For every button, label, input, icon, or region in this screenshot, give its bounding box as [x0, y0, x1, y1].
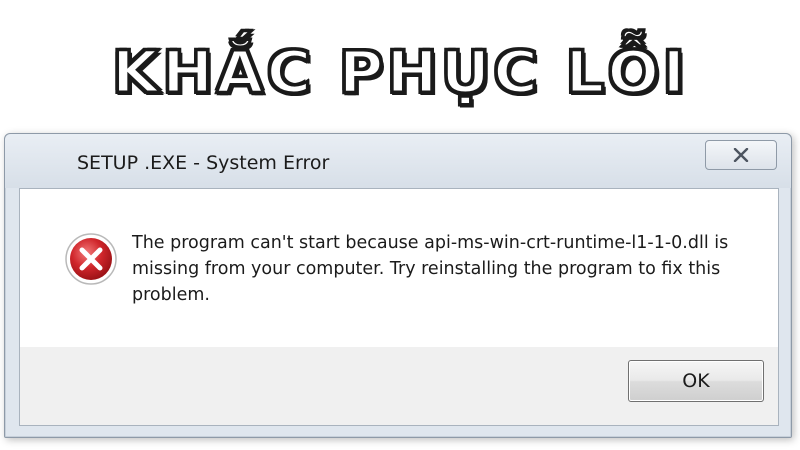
screenshot-stage: KHẮC PHỤC LỖI SETUP .EXE - System Error: [0, 0, 800, 450]
dialog-client-area: The program can't start because api-ms-w…: [19, 188, 779, 426]
error-icon: [65, 233, 117, 285]
dialog-titlebar[interactable]: SETUP .EXE - System Error: [5, 134, 791, 188]
close-button[interactable]: [705, 140, 777, 170]
ok-button[interactable]: OK: [628, 360, 764, 402]
dialog-title: SETUP .EXE - System Error: [77, 152, 330, 174]
error-dialog: SETUP .EXE - System Error The program ca…: [4, 133, 792, 438]
error-message: The program can't start because api-ms-w…: [132, 233, 729, 305]
close-icon: [733, 148, 749, 162]
dialog-content: The program can't start because api-ms-w…: [20, 189, 778, 347]
banner-title: KHẮC PHỤC LỖI: [110, 37, 689, 108]
